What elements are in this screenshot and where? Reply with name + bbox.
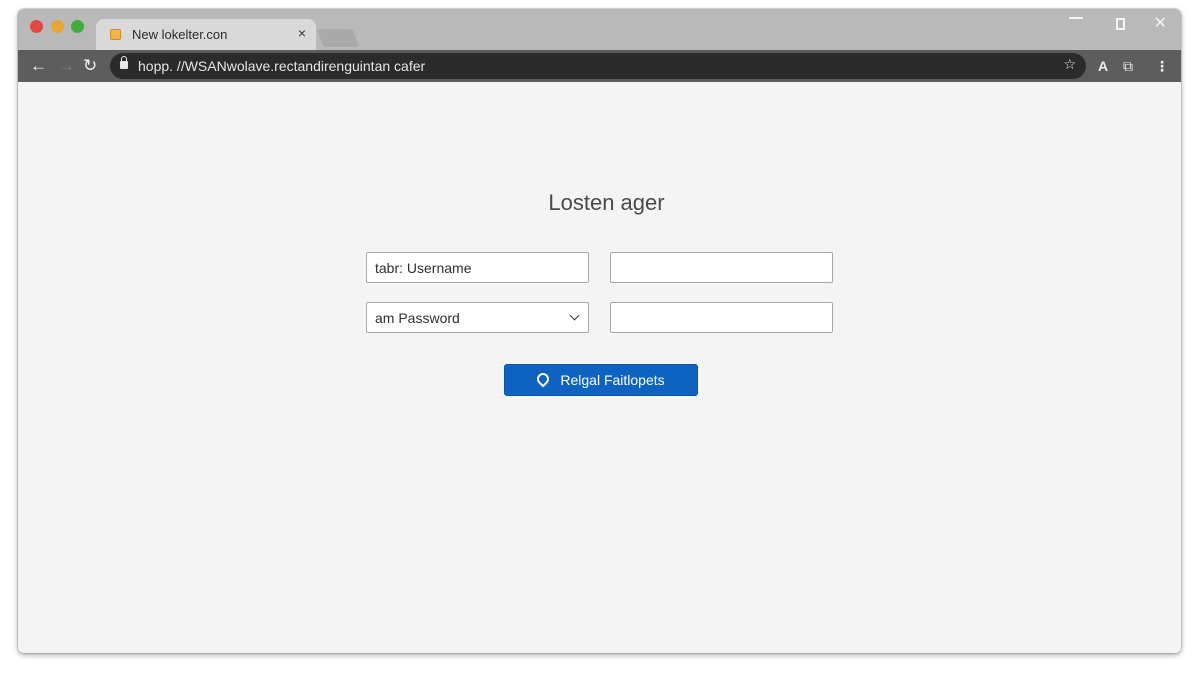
minimize-icon[interactable] bbox=[1069, 17, 1083, 19]
password-select-value: am Password bbox=[375, 310, 460, 326]
username-field[interactable] bbox=[366, 252, 589, 283]
bookmark-star-icon[interactable]: ☆ bbox=[1063, 56, 1076, 73]
tab-strip: New lokelter.con × ✕ bbox=[18, 9, 1181, 50]
browser-window: New lokelter.con × ✕ ← → ↻ hopp. //WSANw… bbox=[18, 9, 1181, 653]
close-window-dot[interactable] bbox=[30, 20, 43, 33]
extension-icon[interactable]: A bbox=[1098, 56, 1108, 76]
location-pin-icon bbox=[534, 370, 552, 387]
minimize-window-dot[interactable] bbox=[51, 20, 64, 33]
submit-button-label: Relgal Faitlopets bbox=[560, 372, 665, 388]
browser-toolbar: ← → ↻ hopp. //WSANwolave.rectandirenguin… bbox=[18, 50, 1181, 82]
url-text[interactable]: hopp. //WSANwolave.rectandirenguintan ca… bbox=[138, 58, 425, 74]
window-close-icon[interactable]: ✕ bbox=[1154, 13, 1167, 33]
chevron-down-icon bbox=[569, 310, 580, 321]
cast-icon[interactable]: ⧉ bbox=[1123, 56, 1133, 76]
lock-icon[interactable] bbox=[120, 56, 128, 69]
favicon-icon bbox=[110, 29, 121, 40]
maximize-icon[interactable] bbox=[1116, 18, 1125, 30]
forward-arrow-icon[interactable]: → bbox=[58, 56, 75, 76]
password-secondary-field[interactable] bbox=[610, 302, 833, 333]
tab-close-icon[interactable]: × bbox=[298, 25, 306, 41]
new-tab-button[interactable] bbox=[316, 29, 360, 47]
reload-icon[interactable]: ↻ bbox=[83, 56, 97, 76]
tab-active[interactable]: New lokelter.con × bbox=[96, 19, 316, 50]
maximize-window-dot[interactable] bbox=[71, 20, 84, 33]
tab-title: New lokelter.con bbox=[132, 27, 228, 42]
password-select[interactable]: am Password bbox=[366, 302, 589, 333]
menu-dots-icon[interactable]: ⋮ bbox=[1155, 56, 1169, 76]
submit-button[interactable]: Relgal Faitlopets bbox=[504, 364, 698, 396]
address-bar[interactable]: hopp. //WSANwolave.rectandirenguintan ca… bbox=[110, 53, 1086, 79]
username-secondary-field[interactable] bbox=[610, 252, 833, 283]
back-arrow-icon[interactable]: ← bbox=[30, 56, 47, 76]
page-content: Losten ager am Password Relgal Faitlopet… bbox=[18, 82, 1181, 653]
page-title: Losten ager bbox=[548, 190, 665, 215]
